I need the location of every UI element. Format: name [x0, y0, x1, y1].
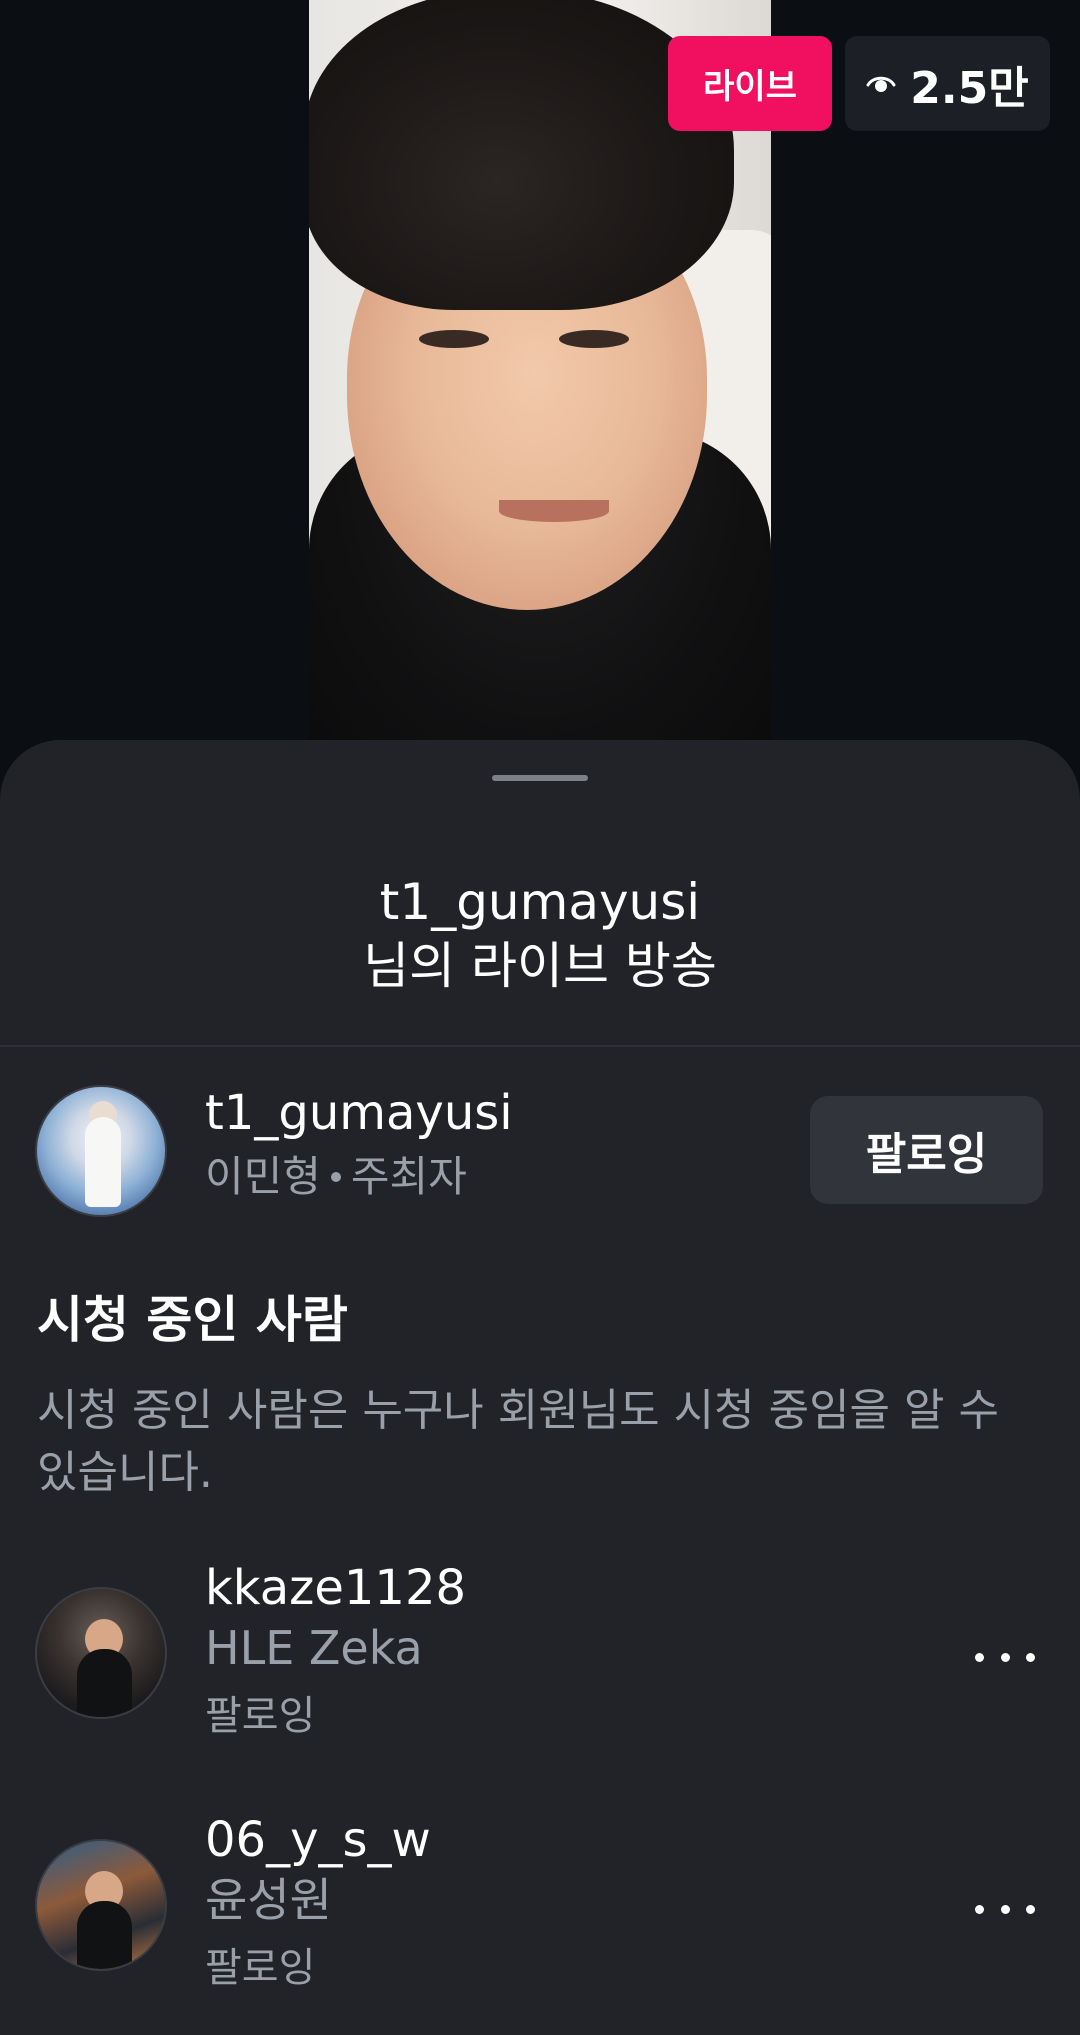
following-button[interactable]: 팔로잉 [810, 1096, 1043, 1204]
live-badge-label: 라이브 [703, 67, 797, 107]
sheet-drag-handle[interactable] [492, 775, 588, 781]
viewer-name: 윤성원 [205, 1873, 332, 1927]
host-subtitle: 이민형 주최자 [205, 1151, 467, 1203]
more-dot [1026, 1904, 1035, 1914]
sheet-title-username: t1_gumayusi [379, 873, 701, 931]
more-dot [1000, 1652, 1010, 1662]
more-dot [975, 1904, 984, 1914]
viewer-avatar-figure [77, 1901, 132, 1969]
live-video-area: 라이브 2.5만 [0, 0, 1080, 760]
video-eye-right [559, 330, 629, 348]
live-badge: 라이브 [668, 36, 832, 131]
viewers-bottom-sheet: t1_gumayusi 님의 라이브 방송 t1_gumayusi 이민형 주최… [0, 740, 1080, 2035]
viewer-name: HLE Zeka [205, 1621, 423, 1675]
more-options-icon[interactable] [975, 1894, 1035, 1924]
viewer-avatar[interactable] [35, 1839, 167, 1971]
more-options-icon[interactable] [975, 1642, 1035, 1672]
viewer-username[interactable]: 06_y_s_w [205, 1812, 431, 1868]
video-eye-left [419, 330, 489, 348]
more-dot [975, 1652, 984, 1662]
divider [0, 1045, 1080, 1047]
sheet-title-suffix: 님의 라이브 방송 [363, 937, 717, 995]
viewer-username[interactable]: kkaze1128 [205, 1560, 466, 1616]
viewer-avatar[interactable] [35, 1587, 167, 1719]
more-dot [1000, 1904, 1010, 1914]
eye-icon [866, 73, 896, 95]
host-role: 주최자 [350, 1152, 467, 1201]
more-dot [1026, 1652, 1035, 1662]
host-avatar-figure [85, 1117, 121, 1207]
viewer-row[interactable]: 06_y_s_w 윤성원 팔로잉 [0, 1812, 1080, 2012]
viewers-section-title: 시청 중인 사람 [37, 1291, 348, 1349]
host-username[interactable]: t1_gumayusi [205, 1085, 513, 1141]
sheet-title: t1_gumayusi 님의 라이브 방송 [0, 870, 1080, 998]
viewer-avatar-figure [77, 1649, 132, 1717]
viewers-section-description: 시청 중인 사람은 누구나 회원님도 시청 중임을 알 수 있습니다. [37, 1385, 999, 1498]
host-name: 이민형 [205, 1152, 321, 1201]
viewer-status: 팔로잉 [205, 1693, 316, 1739]
host-avatar[interactable] [35, 1085, 167, 1217]
viewer-count: 2.5만 [910, 62, 1029, 114]
viewer-row[interactable]: kkaze1128 HLE Zeka 팔로잉 [0, 1560, 1080, 1760]
video-mouth [499, 500, 609, 522]
separator-dot [330, 1172, 341, 1182]
viewer-count-badge[interactable]: 2.5만 [845, 36, 1050, 131]
viewer-status: 팔로잉 [205, 1945, 316, 1991]
